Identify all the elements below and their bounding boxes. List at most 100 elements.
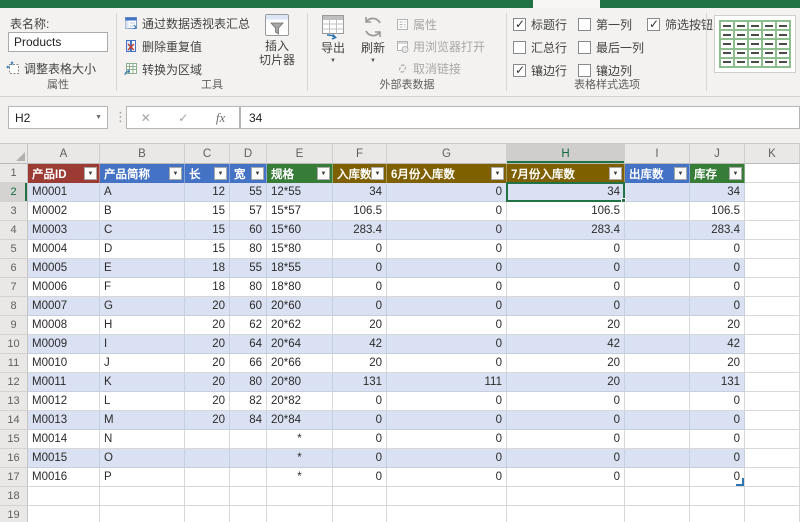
- cell[interactable]: 12: [185, 183, 230, 202]
- cell[interactable]: [745, 430, 800, 449]
- filter-button[interactable]: ▼: [251, 167, 264, 180]
- cell[interactable]: 64: [230, 335, 267, 354]
- cell[interactable]: 283.4: [507, 221, 625, 240]
- column-header-I[interactable]: I: [625, 144, 690, 164]
- cell[interactable]: [185, 468, 230, 487]
- cell[interactable]: 55: [230, 259, 267, 278]
- cell[interactable]: 0: [387, 259, 507, 278]
- cell[interactable]: [625, 221, 690, 240]
- cell[interactable]: 0: [690, 278, 745, 297]
- cell[interactable]: 0: [387, 297, 507, 316]
- formula-input[interactable]: 34: [240, 106, 800, 129]
- cell[interactable]: M0005: [28, 259, 100, 278]
- cell[interactable]: 12*55: [267, 183, 333, 202]
- table-properties-button[interactable]: 属性: [396, 15, 437, 33]
- cell[interactable]: 20*62: [267, 316, 333, 335]
- cell[interactable]: 0: [333, 468, 387, 487]
- cell[interactable]: 0: [387, 430, 507, 449]
- cell[interactable]: 0: [333, 392, 387, 411]
- cell[interactable]: [230, 468, 267, 487]
- cell[interactable]: 0: [333, 278, 387, 297]
- cell[interactable]: [745, 316, 800, 335]
- cell[interactable]: M0009: [28, 335, 100, 354]
- checkbox-last-column[interactable]: 最后一列: [578, 39, 644, 55]
- cell[interactable]: [625, 316, 690, 335]
- cell[interactable]: 0: [690, 430, 745, 449]
- column-header-B[interactable]: B: [100, 144, 185, 164]
- cell[interactable]: [745, 278, 800, 297]
- cell[interactable]: [745, 468, 800, 487]
- export-button[interactable]: 导出 ▼: [313, 13, 353, 65]
- cell[interactable]: 20*82: [267, 392, 333, 411]
- row-header-7[interactable]: 7: [0, 278, 28, 297]
- cell[interactable]: [745, 392, 800, 411]
- cell[interactable]: M: [100, 411, 185, 430]
- cell[interactable]: [185, 430, 230, 449]
- cell[interactable]: 20: [690, 354, 745, 373]
- cell[interactable]: 0: [333, 411, 387, 430]
- cell[interactable]: [185, 449, 230, 468]
- cell[interactable]: *: [267, 449, 333, 468]
- cell[interactable]: 106.5: [690, 202, 745, 221]
- cell[interactable]: 0: [507, 449, 625, 468]
- cell[interactable]: 60: [230, 221, 267, 240]
- cell[interactable]: 20: [507, 316, 625, 335]
- cell[interactable]: [100, 487, 185, 506]
- unlink-button[interactable]: 取消链接: [396, 59, 461, 77]
- cell[interactable]: [267, 487, 333, 506]
- cell[interactable]: 20: [185, 373, 230, 392]
- cell[interactable]: 0: [333, 240, 387, 259]
- cell[interactable]: 0: [333, 449, 387, 468]
- cell[interactable]: 15: [185, 202, 230, 221]
- cell[interactable]: 0: [387, 468, 507, 487]
- cell[interactable]: 0: [333, 259, 387, 278]
- cell[interactable]: [745, 259, 800, 278]
- cell[interactable]: [625, 297, 690, 316]
- cell[interactable]: 34: [333, 183, 387, 202]
- cell[interactable]: [625, 240, 690, 259]
- row-header-12[interactable]: 12: [0, 373, 28, 392]
- cell[interactable]: [745, 487, 800, 506]
- cell[interactable]: 0: [333, 430, 387, 449]
- cell[interactable]: 20: [185, 335, 230, 354]
- cell[interactable]: 57: [230, 202, 267, 221]
- cell[interactable]: M0001: [28, 183, 100, 202]
- cell[interactable]: 0: [507, 430, 625, 449]
- cell[interactable]: D: [100, 240, 185, 259]
- cell[interactable]: 0: [507, 468, 625, 487]
- cell[interactable]: [230, 430, 267, 449]
- column-header-E[interactable]: E: [267, 144, 333, 164]
- cell[interactable]: 0: [507, 240, 625, 259]
- cell[interactable]: C: [100, 221, 185, 240]
- column-header-H[interactable]: H: [507, 144, 625, 164]
- select-all-corner[interactable]: [0, 144, 28, 164]
- row-header-2[interactable]: 2: [0, 183, 28, 202]
- fill-handle[interactable]: [621, 198, 626, 203]
- cell[interactable]: N: [100, 430, 185, 449]
- cell[interactable]: 0: [690, 411, 745, 430]
- cell[interactable]: [230, 449, 267, 468]
- cell[interactable]: H: [100, 316, 185, 335]
- cell[interactable]: [690, 506, 745, 522]
- cell[interactable]: 20: [185, 354, 230, 373]
- cell[interactable]: 0: [333, 297, 387, 316]
- cancel-icon[interactable]: ✕: [141, 111, 151, 125]
- cell[interactable]: [625, 354, 690, 373]
- summarize-with-pivot-button[interactable]: 通过数据透视表汇总: [124, 14, 250, 32]
- cell[interactable]: 20*66: [267, 354, 333, 373]
- cell[interactable]: 0: [387, 335, 507, 354]
- row-header-1[interactable]: 1: [0, 164, 28, 183]
- convert-to-range-button[interactable]: 转换为区域: [124, 60, 202, 78]
- cell[interactable]: [100, 506, 185, 522]
- table-resize-handle[interactable]: [736, 478, 744, 486]
- cell[interactable]: [745, 297, 800, 316]
- cell[interactable]: M0015: [28, 449, 100, 468]
- cell[interactable]: 106.5: [507, 202, 625, 221]
- cell[interactable]: 0: [507, 259, 625, 278]
- cell[interactable]: L: [100, 392, 185, 411]
- cell[interactable]: [745, 240, 800, 259]
- filter-button[interactable]: ▼: [317, 167, 330, 180]
- cell[interactable]: 20: [185, 392, 230, 411]
- column-header-F[interactable]: F: [333, 144, 387, 164]
- cell[interactable]: 0: [507, 392, 625, 411]
